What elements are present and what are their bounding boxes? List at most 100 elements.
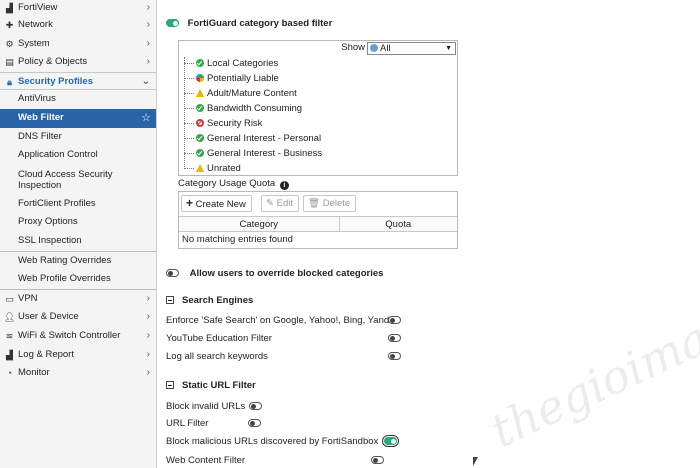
nav-system[interactable]: ⚙ System ›	[0, 35, 156, 54]
category-item[interactable]: Security Risk	[184, 116, 262, 131]
category-item[interactable]: Potentially Liable	[184, 71, 279, 86]
chevron-right-icon: ›	[146, 329, 150, 341]
sidebar: ▟ FortiView › ✚ Network › ⚙ System › ▤ Policy &…	[0, 0, 157, 468]
category-item[interactable]: General Interest - Business	[184, 146, 322, 161]
fortiguard-toggle[interactable]	[166, 19, 179, 28]
chevron-right-icon: ›	[146, 292, 150, 304]
info-icon[interactable]: i	[279, 181, 289, 190]
nav-antivirus[interactable]: AntiVirus	[0, 90, 156, 109]
nav-web-profile-overrides[interactable]: Web Profile Overrides	[0, 270, 156, 289]
nav-cloud-access-security[interactable]: Cloud Access Security Inspection	[0, 165, 156, 195]
vpn-icon: ▭	[5, 293, 14, 304]
category-item[interactable]: Local Categories	[184, 56, 278, 71]
dropdown-arrow-icon: ▼	[445, 45, 452, 52]
category-item[interactable]: General Interest - Personal	[184, 131, 321, 146]
category-item[interactable]: Unrated	[184, 161, 241, 176]
quota-title: Category Usage Quota	[178, 178, 276, 189]
url-filter-row: URL Filter	[166, 418, 262, 429]
plus-icon: +	[186, 196, 194, 210]
nav-web-filter[interactable]: Web Filter ☆	[0, 108, 156, 128]
empty-message: No matching entries found	[182, 234, 293, 246]
watermark: thegioimang.vn	[482, 255, 700, 459]
search-engines-header[interactable]: Search Engines	[166, 295, 253, 306]
create-new-button[interactable]: + Create New	[181, 195, 252, 212]
show-select[interactable]: All ▼	[367, 42, 456, 55]
category-label: General Interest - Personal	[207, 133, 322, 144]
allow-icon	[196, 149, 204, 157]
warning-icon	[196, 164, 204, 172]
block-invalid-toggle[interactable]	[249, 402, 263, 411]
chart-icon: ▟	[6, 349, 13, 360]
allow-icon	[196, 104, 204, 112]
quota-title-row: Category Usage Quota i	[178, 178, 289, 190]
nav-ssl-inspection[interactable]: SSL Inspection	[0, 232, 156, 251]
url-filter-toggle[interactable]	[248, 419, 262, 428]
block-invalid-row: Block invalid URLs	[166, 401, 263, 412]
block-malicious-toggle[interactable]	[382, 435, 400, 448]
nav-log-report[interactable]: ▟ Log & Report ›	[0, 346, 156, 365]
category-label: Potentially Liable	[207, 73, 279, 84]
column-header-category[interactable]: Category	[179, 216, 339, 232]
nav-application-control[interactable]: Application Control	[0, 146, 156, 165]
column-header-quota[interactable]: Quota	[338, 216, 457, 232]
chevron-right-icon: ›	[146, 56, 150, 68]
star-icon[interactable]: ☆	[141, 109, 151, 128]
delete-button[interactable]: 🗑︎ Delete	[303, 195, 357, 212]
block-icon	[196, 119, 204, 127]
chevron-right-icon: ›	[146, 348, 150, 360]
static-url-header[interactable]: Static URL Filter	[166, 380, 256, 391]
chevron-right-icon: ›	[146, 37, 150, 49]
fortiguard-label: FortiGuard category based filter	[187, 18, 333, 29]
nav-user-device[interactable]: 👤︎ User & Device ›	[0, 308, 156, 327]
nav-policy-objects[interactable]: ▤ Policy & Objects ›	[0, 53, 156, 72]
nav-vpn[interactable]: ▭ VPN ›	[0, 290, 156, 309]
web-content-row: Web Content Filter	[166, 455, 246, 466]
policy-icon: ▤	[5, 57, 14, 68]
nav-proxy-options[interactable]: Proxy Options	[0, 213, 156, 232]
nav-dns-filter[interactable]: DNS Filter	[0, 128, 156, 147]
quota-table: Category Quota No matching entries found	[179, 216, 457, 248]
safe-search-row: Enforce 'Safe Search' on Google, Yahoo!,…	[166, 315, 400, 326]
nav-forticlient-profiles[interactable]: FortiClient Profiles	[0, 195, 156, 214]
youtube-toggle[interactable]	[388, 334, 401, 342]
gear-icon: ⚙	[5, 38, 14, 49]
category-item[interactable]: Bandwidth Consuming	[184, 101, 302, 116]
edit-button[interactable]: ✎ Edit	[261, 195, 299, 212]
chevron-right-icon: ›	[146, 2, 150, 13]
log-search-toggle[interactable]	[388, 352, 401, 360]
nav-web-rating-overrides[interactable]: Web Rating Overrides	[0, 252, 156, 271]
globe-icon	[370, 44, 378, 52]
lock-icon: 🔒︎	[7, 76, 12, 87]
category-label: Security Risk	[207, 118, 263, 129]
collapse-icon[interactable]	[166, 296, 174, 305]
category-label: Bandwidth Consuming	[207, 103, 303, 114]
category-tree: Show All ▼ Local Categories Potentially Li…	[178, 40, 458, 176]
nav-wifi-switch[interactable]: ≋ WiFi & Switch Controller ›	[0, 327, 156, 346]
wifi-icon: ≋	[5, 330, 14, 341]
youtube-row: YouTube Education Filter	[166, 333, 272, 344]
trash-icon: 🗑︎	[308, 198, 321, 209]
monitor-icon: ◔	[6, 368, 13, 379]
chevron-right-icon: ›	[146, 311, 150, 323]
category-label: Unrated	[207, 163, 241, 174]
override-row: Allow users to override blocked categori…	[166, 268, 383, 279]
web-content-toggle[interactable]	[371, 456, 384, 464]
category-item[interactable]: Adult/Mature Content	[184, 86, 297, 101]
nav-network[interactable]: ✚ Network ›	[0, 16, 156, 35]
collapse-icon[interactable]	[166, 381, 174, 390]
safe-search-toggle[interactable]	[388, 316, 401, 324]
user-icon: 👤︎	[4, 312, 16, 323]
allow-icon	[196, 134, 204, 142]
fortiguard-filter-row: FortiGuard category based filter	[166, 18, 332, 29]
edit-icon: ✎	[266, 198, 274, 209]
show-label: Show	[341, 42, 365, 53]
chevron-right-icon: ›	[146, 367, 150, 379]
quota-table-box: + Create New ✎ Edit 🗑︎ Delete Category Q…	[178, 191, 458, 249]
nav-fortiview[interactable]: ▟ FortiView ›	[0, 0, 156, 16]
override-toggle[interactable]	[166, 269, 179, 278]
block-malicious-row: Block malicious URLs discovered by Forti…	[166, 435, 400, 448]
nav-security-profiles[interactable]: 🔒︎ Security Profiles ⌄	[0, 71, 156, 91]
mixed-status-icon	[196, 74, 204, 82]
category-label: Adult/Mature Content	[207, 88, 297, 99]
nav-monitor[interactable]: ◔ Monitor ›	[0, 364, 156, 383]
